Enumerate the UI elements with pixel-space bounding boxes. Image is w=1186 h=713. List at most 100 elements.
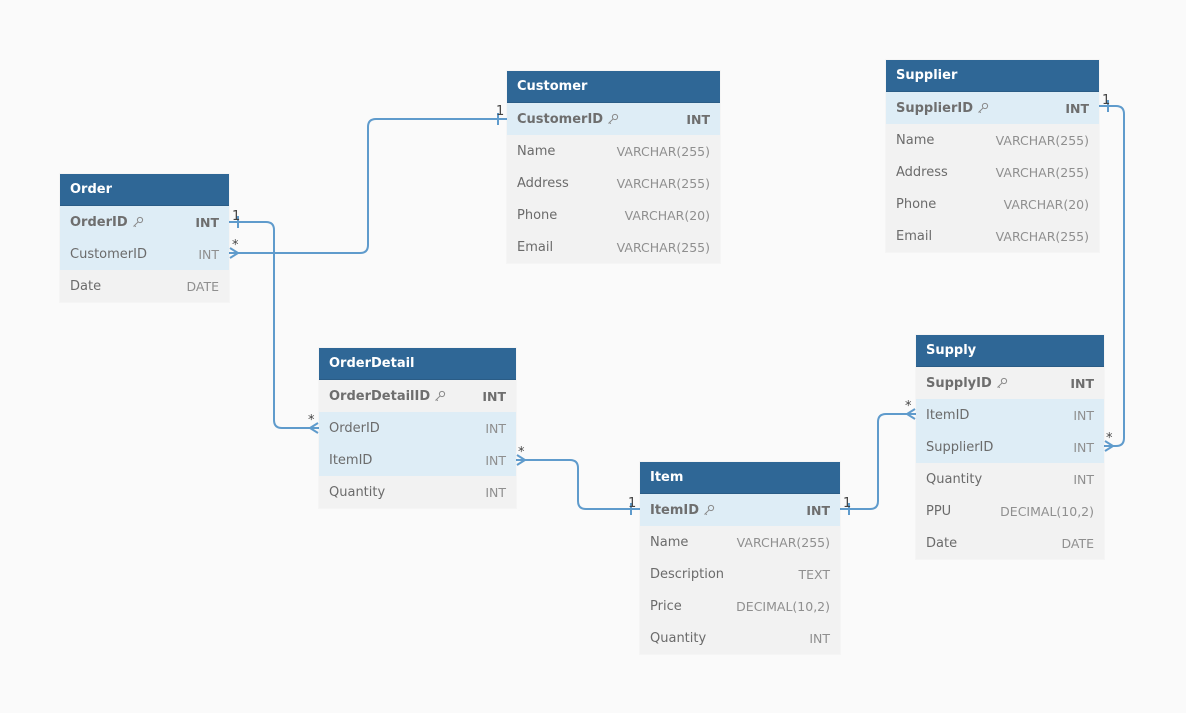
column-type: VARCHAR(255) bbox=[616, 175, 710, 191]
column-type: INT bbox=[809, 630, 830, 646]
table-header[interactable]: OrderDetail bbox=[319, 348, 516, 380]
link-orderdetail-item[interactable]: * 1 bbox=[516, 445, 640, 515]
key-icon bbox=[434, 390, 446, 402]
column-type: INT bbox=[1073, 439, 1094, 455]
table-row[interactable]: Price DECIMAL(10,2) bbox=[640, 590, 840, 622]
table-row[interactable]: ItemID INT bbox=[640, 494, 840, 526]
table-row[interactable]: Email VARCHAR(255) bbox=[507, 231, 720, 263]
cardinality-label: * bbox=[232, 238, 239, 253]
crows-foot-marker bbox=[516, 454, 527, 466]
column-name: SupplyID bbox=[926, 375, 992, 391]
cardinality-label: 1 bbox=[1102, 93, 1110, 108]
table-row[interactable]: Description TEXT bbox=[640, 558, 840, 590]
column-name: Phone bbox=[896, 196, 937, 212]
key-icon bbox=[703, 504, 715, 516]
column-name: Date bbox=[70, 278, 102, 294]
table-row[interactable]: Date DATE bbox=[60, 270, 229, 302]
column-type: VARCHAR(255) bbox=[995, 228, 1089, 244]
cardinality-label: 1 bbox=[232, 209, 240, 224]
table-row[interactable]: OrderID INT bbox=[60, 206, 229, 238]
table-row[interactable]: Date DATE bbox=[916, 527, 1104, 559]
table-row[interactable]: Name VARCHAR(255) bbox=[886, 124, 1099, 156]
table-row[interactable]: CustomerID INT bbox=[507, 103, 720, 135]
column-type: VARCHAR(255) bbox=[616, 239, 710, 255]
column-name: Phone bbox=[517, 207, 558, 223]
table-row[interactable]: Quantity INT bbox=[319, 476, 516, 508]
column-name: Price bbox=[650, 598, 682, 614]
table-row[interactable]: ItemID INT bbox=[916, 399, 1104, 431]
table-row[interactable]: PPU DECIMAL(10,2) bbox=[916, 495, 1104, 527]
column-type: DATE bbox=[1061, 535, 1094, 551]
table-row[interactable]: Quantity INT bbox=[640, 622, 840, 654]
column-type: INT bbox=[1070, 375, 1094, 391]
table-row[interactable]: Email VARCHAR(255) bbox=[886, 220, 1099, 252]
column-name: Date bbox=[926, 535, 958, 551]
table-row[interactable]: Phone VARCHAR(20) bbox=[507, 199, 720, 231]
column-name: Quantity bbox=[329, 484, 386, 500]
column-type: INT bbox=[1073, 407, 1094, 423]
table-header[interactable]: Supplier bbox=[886, 60, 1099, 92]
column-type: VARCHAR(20) bbox=[624, 207, 710, 223]
column-name: ItemID bbox=[329, 452, 373, 468]
link-order-customer[interactable]: * 1 bbox=[229, 104, 507, 259]
table-row[interactable]: Address VARCHAR(255) bbox=[507, 167, 720, 199]
key-icon bbox=[607, 113, 619, 125]
column-name: OrderDetailID bbox=[329, 388, 431, 404]
table-row[interactable]: SupplierID INT bbox=[916, 431, 1104, 463]
table-row[interactable]: Quantity INT bbox=[916, 463, 1104, 495]
table-row[interactable]: Name VARCHAR(255) bbox=[640, 526, 840, 558]
table-supplier[interactable]: Supplier SupplierID INT Name VARCHAR(255… bbox=[886, 60, 1099, 252]
table-supply[interactable]: Supply SupplyID INT ItemID INT SupplierI… bbox=[916, 335, 1104, 559]
column-type: DATE bbox=[186, 278, 219, 294]
table-customer[interactable]: Customer CustomerID INT Name VARCHAR(255… bbox=[507, 71, 720, 263]
column-type: INT bbox=[485, 420, 506, 436]
column-type: INT bbox=[482, 388, 506, 404]
table-order[interactable]: Order OrderID INT CustomerID INT Date DA… bbox=[60, 174, 229, 302]
table-header[interactable]: Order bbox=[60, 174, 229, 206]
column-name: ItemID bbox=[650, 502, 700, 518]
cardinality-label: 1 bbox=[843, 496, 851, 511]
column-type: TEXT bbox=[798, 566, 830, 582]
column-name: Email bbox=[896, 228, 933, 244]
column-type: INT bbox=[1073, 471, 1094, 487]
column-type: INT bbox=[485, 452, 506, 468]
table-row[interactable]: OrderDetailID INT bbox=[319, 380, 516, 412]
column-name: Quantity bbox=[650, 630, 707, 646]
column-name: PPU bbox=[926, 503, 952, 519]
column-name: Name bbox=[896, 132, 935, 148]
column-name: CustomerID bbox=[70, 246, 147, 262]
column-type: INT bbox=[686, 111, 710, 127]
table-row[interactable]: SupplyID INT bbox=[916, 367, 1104, 399]
table-item[interactable]: Item ItemID INT Name VARCHAR(255) Descri… bbox=[640, 462, 840, 654]
table-row[interactable]: Address VARCHAR(255) bbox=[886, 156, 1099, 188]
cardinality-label: 1 bbox=[496, 104, 504, 119]
table-row[interactable]: Name VARCHAR(255) bbox=[507, 135, 720, 167]
column-type: VARCHAR(255) bbox=[736, 534, 830, 550]
table-row[interactable]: Phone VARCHAR(20) bbox=[886, 188, 1099, 220]
table-header[interactable]: Supply bbox=[916, 335, 1104, 367]
column-type: DECIMAL(10,2) bbox=[1000, 503, 1094, 519]
column-type: INT bbox=[198, 246, 219, 262]
column-name: Email bbox=[517, 239, 554, 255]
crows-foot-marker bbox=[308, 422, 319, 434]
column-name: Address bbox=[517, 175, 569, 191]
column-type: INT bbox=[1065, 100, 1089, 116]
diagram-canvas[interactable]: * 1 1 * * 1 1 * 1 * Order OrderID INT Cu… bbox=[0, 0, 1186, 713]
table-row[interactable]: SupplierID INT bbox=[886, 92, 1099, 124]
table-row[interactable]: ItemID INT bbox=[319, 444, 516, 476]
table-orderdetail[interactable]: OrderDetail OrderDetailID INT OrderID IN… bbox=[319, 348, 516, 508]
table-header[interactable]: Customer bbox=[507, 71, 720, 103]
crows-foot-marker bbox=[1104, 440, 1115, 452]
table-header[interactable]: Item bbox=[640, 462, 840, 494]
column-type: VARCHAR(255) bbox=[995, 132, 1089, 148]
column-type: INT bbox=[806, 502, 830, 518]
crows-foot-marker bbox=[905, 408, 916, 420]
key-icon bbox=[996, 377, 1008, 389]
table-row[interactable]: OrderID INT bbox=[319, 412, 516, 444]
column-name: SupplierID bbox=[896, 100, 973, 116]
link-item-supply[interactable]: 1 * bbox=[840, 399, 916, 515]
column-type: VARCHAR(255) bbox=[995, 164, 1089, 180]
link-order-orderdetail[interactable]: 1 * bbox=[229, 209, 319, 434]
column-name: ItemID bbox=[926, 407, 970, 423]
table-row[interactable]: CustomerID INT bbox=[60, 238, 229, 270]
